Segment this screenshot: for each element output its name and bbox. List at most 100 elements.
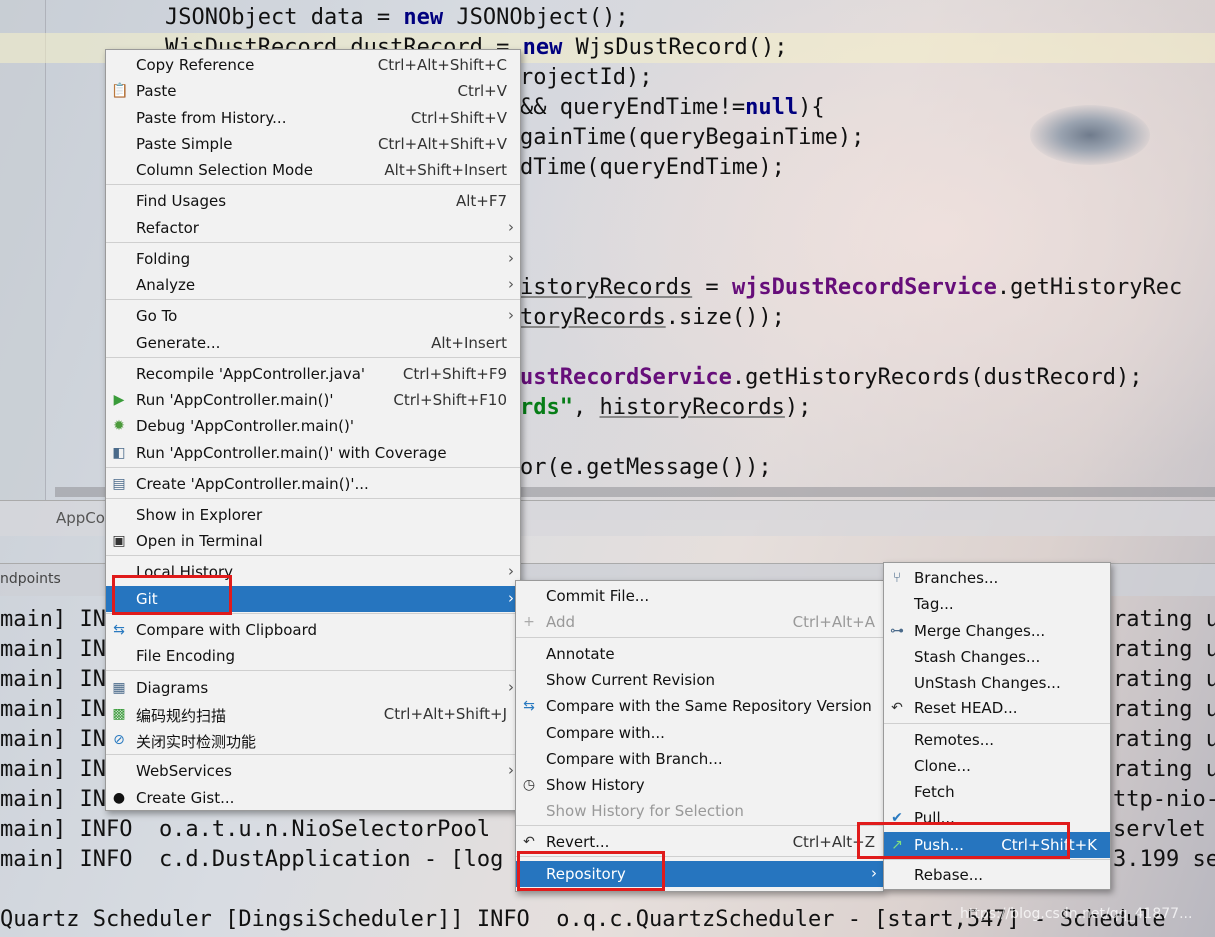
menu-item-clone[interactable]: Clone... (884, 753, 1110, 779)
code-line: gainTime(queryBegainTime); (520, 125, 865, 150)
reset-icon: ↶ (891, 700, 903, 716)
run-icon: ▶ (113, 392, 125, 408)
merge-icon: ⊶ (890, 623, 904, 639)
menu-item-run-with-coverage[interactable]: ◧ Run 'AppController.main()' with Coverag… (106, 440, 520, 466)
menu-separator (106, 299, 520, 300)
menu-item-recompile[interactable]: Recompile 'AppController.java' Ctrl+Shift… (106, 361, 520, 387)
menu-item-refactor[interactable]: Refactor › (106, 215, 520, 241)
code-line: rojectId); (520, 65, 653, 90)
breadcrumb-label[interactable]: AppCo (56, 509, 105, 527)
chevron-right-icon: › (508, 589, 514, 607)
menu-item-compare-same-repo-version[interactable]: ⇆ Compare with the Same Repository Versio… (516, 693, 883, 719)
menu-item-create-run-config[interactable]: ▤ Create 'AppController.main()'... (106, 471, 520, 497)
highlight-box-git (112, 575, 232, 615)
console-line-tail: rating u (1113, 697, 1215, 722)
menu-item-go-to[interactable]: Go To › (106, 303, 520, 329)
console-line-tail: rating u (1113, 757, 1215, 782)
menu-separator (106, 498, 520, 499)
chevron-right-icon: › (508, 275, 514, 293)
menu-item-remotes[interactable]: Remotes... (884, 727, 1110, 753)
menu-separator (106, 670, 520, 671)
chevron-right-icon: › (508, 306, 514, 324)
console-line: main] INFO o.a.t.u.n.NioSelectorPool (0, 817, 491, 842)
chevron-right-icon: › (508, 562, 514, 580)
menu-item-paste-from-history[interactable]: Paste from History... Ctrl+Shift+V (106, 105, 520, 131)
menu-separator (106, 555, 520, 556)
chevron-right-icon: › (508, 761, 514, 779)
compare-icon: ⇆ (523, 698, 535, 714)
run-config-icon: ▤ (112, 476, 126, 492)
watermark: https://blog.csdn.net/qq_41877... (960, 906, 1193, 922)
menu-separator (106, 184, 520, 185)
menu-item-file-encoding[interactable]: File Encoding (106, 643, 520, 669)
branch-icon: ⑂ (892, 570, 902, 586)
menu-separator (884, 723, 1110, 724)
menu-item-compare-with-clipboard[interactable]: ⇆ Compare with Clipboard (106, 617, 520, 643)
console-line: main] INFO c.d.DustApplication - [log (0, 847, 504, 872)
code-line: dTime(queryEndTime); (520, 155, 785, 180)
console-line: main] IN (0, 757, 106, 782)
menu-item-open-in-terminal[interactable]: ▣ Open in Terminal (106, 528, 520, 554)
console-line: main] IN (0, 637, 106, 662)
menu-item-show-history[interactable]: ◷ Show History (516, 772, 883, 798)
menu-item-commit-file[interactable]: Commit File... (516, 583, 883, 609)
menu-item-compare-with-branch[interactable]: Compare with Branch... (516, 746, 883, 772)
history-icon: ◷ (522, 777, 536, 793)
menu-item-stash-changes[interactable]: Stash Changes... (884, 644, 1110, 670)
clipboard-icon: 📋 (111, 83, 129, 99)
menu-item-generate[interactable]: Generate... Alt+Insert (106, 330, 520, 356)
editor-gutter[interactable] (0, 0, 46, 500)
code-line: toryRecords.size()); (520, 305, 785, 330)
menu-item-annotate[interactable]: Annotate (516, 641, 883, 667)
console-line-tail: rating u (1113, 727, 1215, 752)
chevron-right-icon: › (508, 678, 514, 696)
menu-item-show-history-for-selection[interactable]: Show History for Selection (516, 798, 883, 824)
menu-item-analyze[interactable]: Analyze › (106, 272, 520, 298)
menu-item-folding[interactable]: Folding › (106, 246, 520, 272)
menu-separator (516, 825, 883, 826)
menu-item-copy-reference[interactable]: Copy Reference Ctrl+Alt+Shift+C (106, 52, 520, 78)
console-line-tail: rating u (1113, 667, 1215, 692)
menu-separator (106, 242, 520, 243)
console-line-tail: 3.199 se (1113, 847, 1215, 872)
plus-icon: + (523, 614, 535, 630)
menu-item-paste-simple[interactable]: Paste Simple Ctrl+Alt+Shift+V (106, 131, 520, 157)
menu-item-show-in-explorer[interactable]: Show in Explorer (106, 502, 520, 528)
console-line-tail: ttp-nio- (1113, 787, 1215, 812)
menu-item-compare-with[interactable]: Compare with... (516, 720, 883, 746)
menu-item-add[interactable]: + Add Ctrl+Alt+A (516, 609, 883, 635)
menu-item-paste[interactable]: 📋 Paste Ctrl+V (106, 78, 520, 104)
menu-item-unstash-changes[interactable]: UnStash Changes... (884, 670, 1110, 696)
chevron-right-icon: › (871, 864, 877, 882)
menu-separator (884, 859, 1110, 860)
menu-separator (106, 467, 520, 468)
menu-separator (516, 637, 883, 638)
revert-icon: ↶ (523, 834, 535, 850)
console-line: main] IN (0, 787, 106, 812)
highlight-box-repository (517, 851, 665, 891)
menu-item-tag[interactable]: Tag... (884, 591, 1110, 617)
code-line: ustRecordService.getHistoryRecords(dustR… (520, 365, 1143, 390)
menu-item-create-gist[interactable]: ● Create Gist... (106, 785, 520, 811)
diagram-icon: ▦ (112, 680, 126, 696)
chevron-right-icon: › (508, 218, 514, 236)
menu-item-code-scan[interactable]: ▩ 编码规约扫描 Ctrl+Alt+Shift+J (106, 701, 520, 727)
menu-item-fetch[interactable]: Fetch (884, 779, 1110, 805)
menu-item-debug[interactable]: ✹ Debug 'AppController.main()' (106, 413, 520, 439)
menu-item-disable-realtime-check[interactable]: ⊘ 关闭实时检测功能 (106, 727, 520, 753)
menu-item-merge-changes[interactable]: ⊶ Merge Changes... (884, 618, 1110, 644)
menu-item-branches[interactable]: ⑂ Branches... (884, 565, 1110, 591)
code-line: or(e.getMessage()); (520, 455, 772, 480)
menu-item-diagrams[interactable]: ▦ Diagrams › (106, 675, 520, 701)
console-line-tail: rating u (1113, 607, 1215, 632)
menu-item-run[interactable]: ▶ Run 'AppController.main()' Ctrl+Shift+F1… (106, 387, 520, 413)
menu-item-webservices[interactable]: WebServices › (106, 758, 520, 784)
menu-item-rebase[interactable]: Rebase... (884, 862, 1110, 888)
menu-item-column-selection-mode[interactable]: Column Selection Mode Alt+Shift+Insert (106, 157, 520, 183)
code-line: rds", historyRecords); (520, 395, 812, 420)
menu-item-find-usages[interactable]: Find Usages Alt+F7 (106, 188, 520, 214)
menu-item-show-current-revision[interactable]: Show Current Revision (516, 667, 883, 693)
endpoints-tab[interactable]: ndpoints (0, 571, 61, 587)
disable-icon: ⊘ (113, 732, 125, 748)
menu-item-reset-head[interactable]: ↶ Reset HEAD... (884, 695, 1110, 721)
